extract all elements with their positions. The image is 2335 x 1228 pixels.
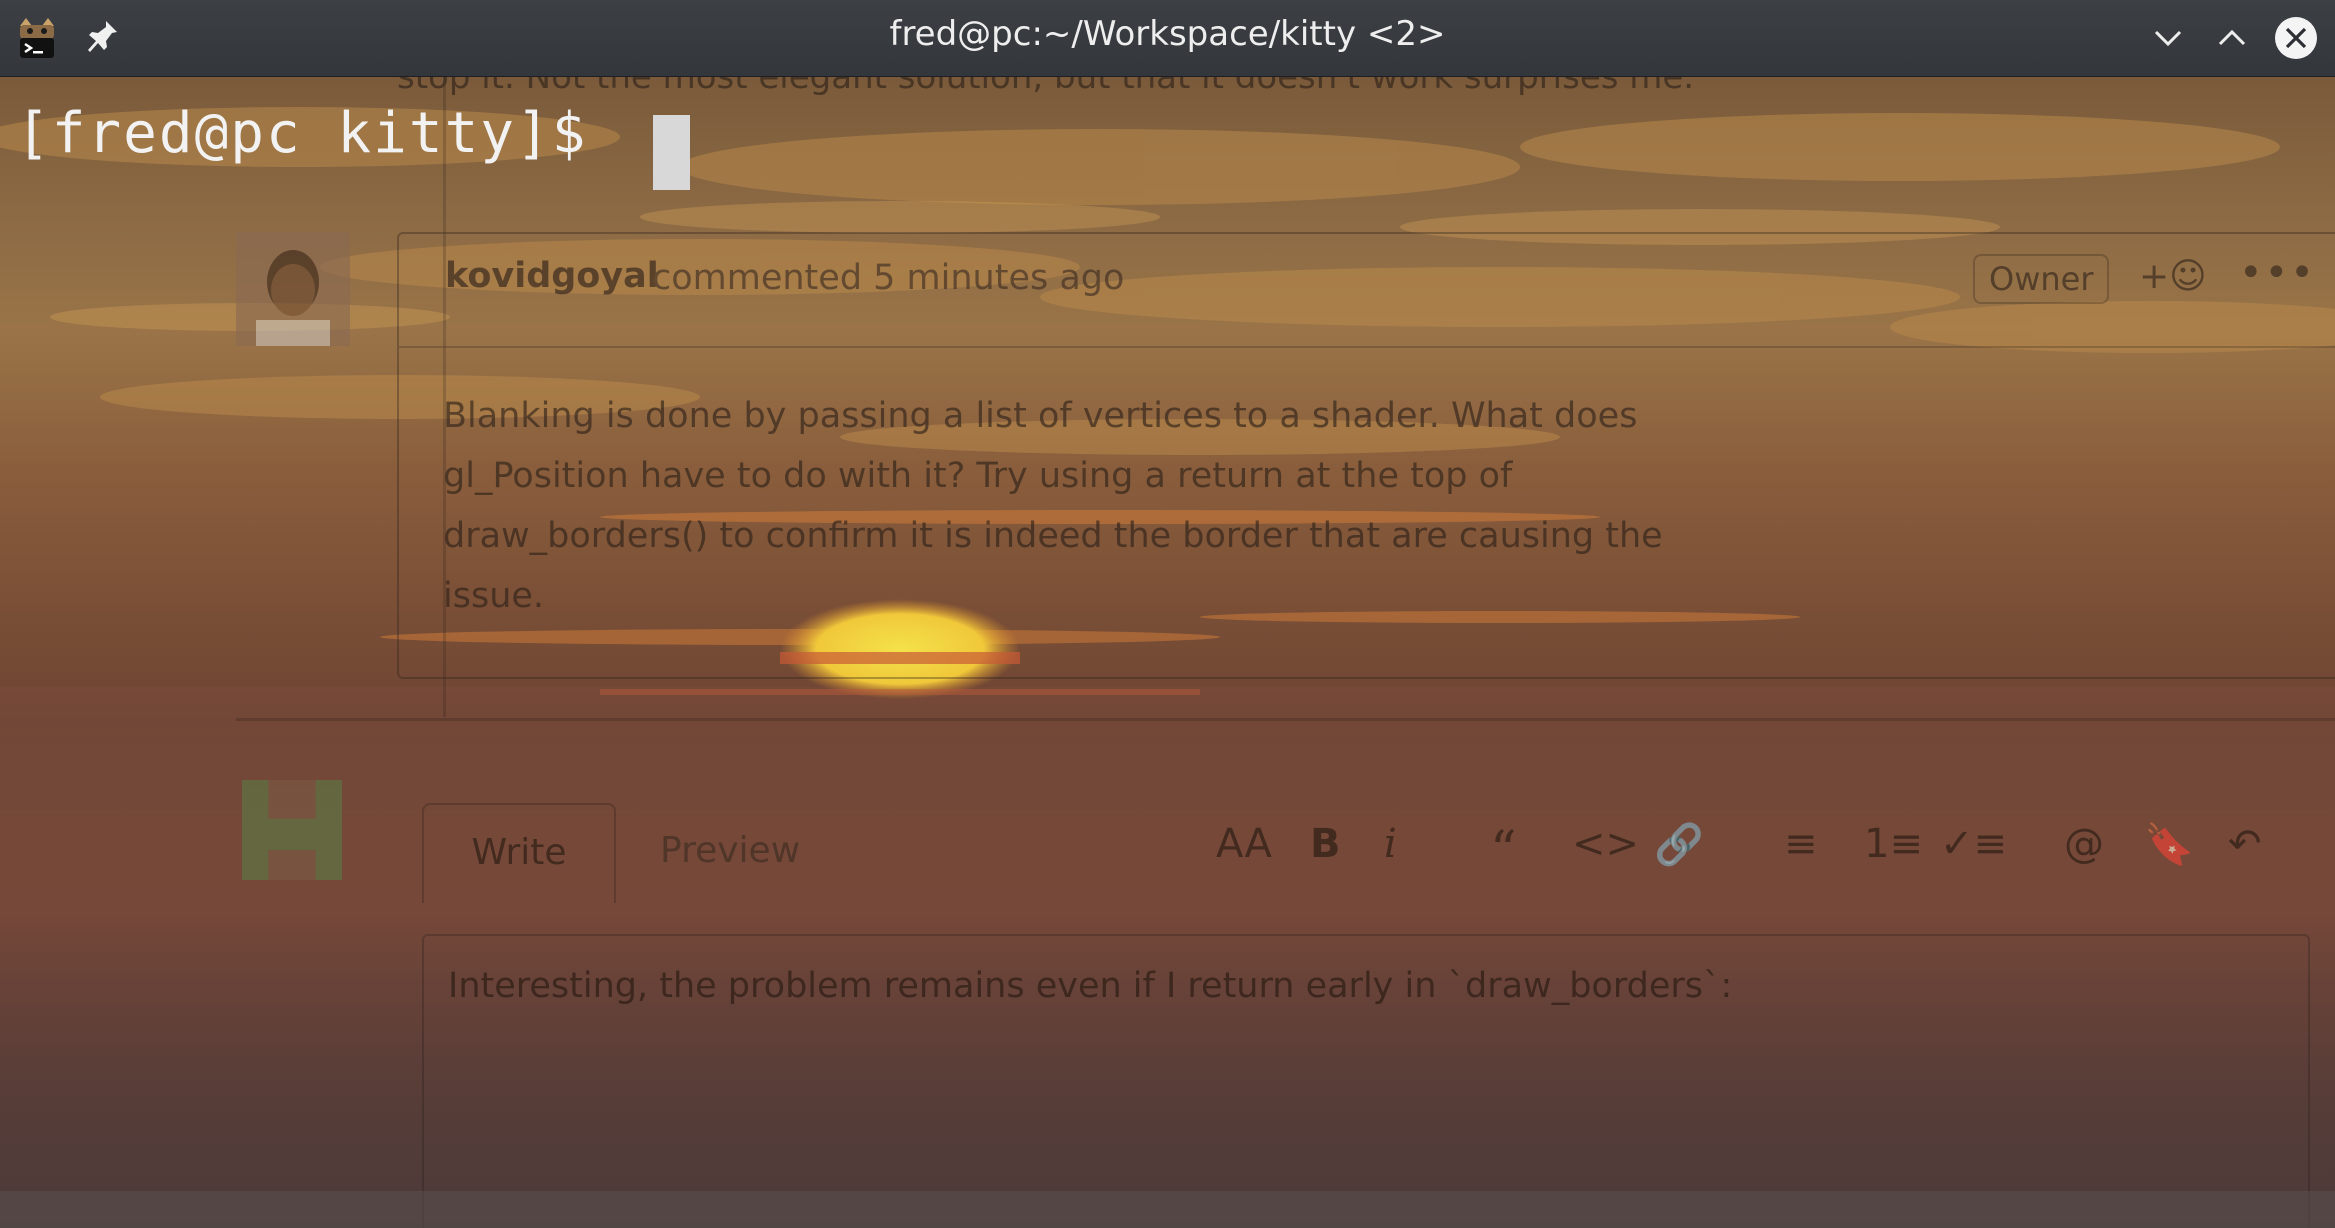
reply-icon: ↶ (2228, 821, 2262, 867)
minimize-icon[interactable] (2146, 16, 2190, 60)
identicon-avatar (236, 774, 350, 888)
tab-write: Write (422, 803, 616, 903)
comment-author: kovidgoyal (445, 256, 659, 296)
comment-body: Blanking is done by passing a list of ve… (443, 396, 1663, 616)
bold-icon: B (1310, 821, 1341, 867)
numbered-list-icon: 1≡ (1864, 821, 1923, 867)
heading-icon: AA (1216, 821, 1272, 867)
more-options-icon: ••• (2239, 250, 2316, 296)
owner-badge: Owner (1973, 254, 2110, 304)
comment-editor: Write Preview AA B i “ <> 🔗 ≡ 1≡ ✓≡ @ 🔖 … (422, 803, 2335, 1228)
saved-reply-icon: 🔖 (2144, 822, 2194, 868)
background-page-ghost: stop it. Not the most elegant solution, … (0, 77, 2335, 1228)
close-icon[interactable] (2274, 16, 2318, 60)
bullet-list-icon: ≡ (1784, 821, 1818, 867)
code-icon: <> (1572, 821, 1640, 867)
add-reaction-icon: +☺ (2139, 256, 2207, 297)
task-list-icon: ✓≡ (1940, 821, 2008, 867)
terminal-area[interactable]: stop it. Not the most elegant solution, … (0, 77, 2335, 1228)
window-titlebar[interactable]: fred@pc:~/Workspace/kitty <2> (0, 0, 2335, 77)
terminal-bottom-strip (0, 1191, 2335, 1228)
link-icon: 🔗 (1654, 822, 1704, 868)
terminal-cursor (653, 115, 690, 190)
shell-prompt: [fred@pc kitty]$ (16, 101, 624, 166)
window-title: fred@pc:~/Workspace/kitty <2> (889, 14, 1446, 54)
comment-meta: commented 5 minutes ago (652, 258, 1125, 298)
avatar (236, 232, 350, 346)
comment-header: kovidgoyal commented 5 minutes ago Owner… (399, 234, 2335, 348)
mention-icon: @ (2064, 821, 2104, 867)
tab-preview: Preview (660, 830, 801, 871)
comment-card: kovidgoyal commented 5 minutes ago Owner… (397, 232, 2335, 679)
maximize-icon[interactable] (2210, 16, 2254, 60)
comment-draft-text: Interesting, the problem remains even if… (448, 966, 1733, 1006)
comment-textarea: Interesting, the problem remains even if… (422, 934, 2310, 1228)
quote-icon: “ (1490, 821, 1517, 881)
divider (236, 718, 2335, 721)
ghost-top-fragment: stop it. Not the most elegant solution, … (397, 77, 1695, 97)
italic-icon: i (1384, 821, 1397, 867)
